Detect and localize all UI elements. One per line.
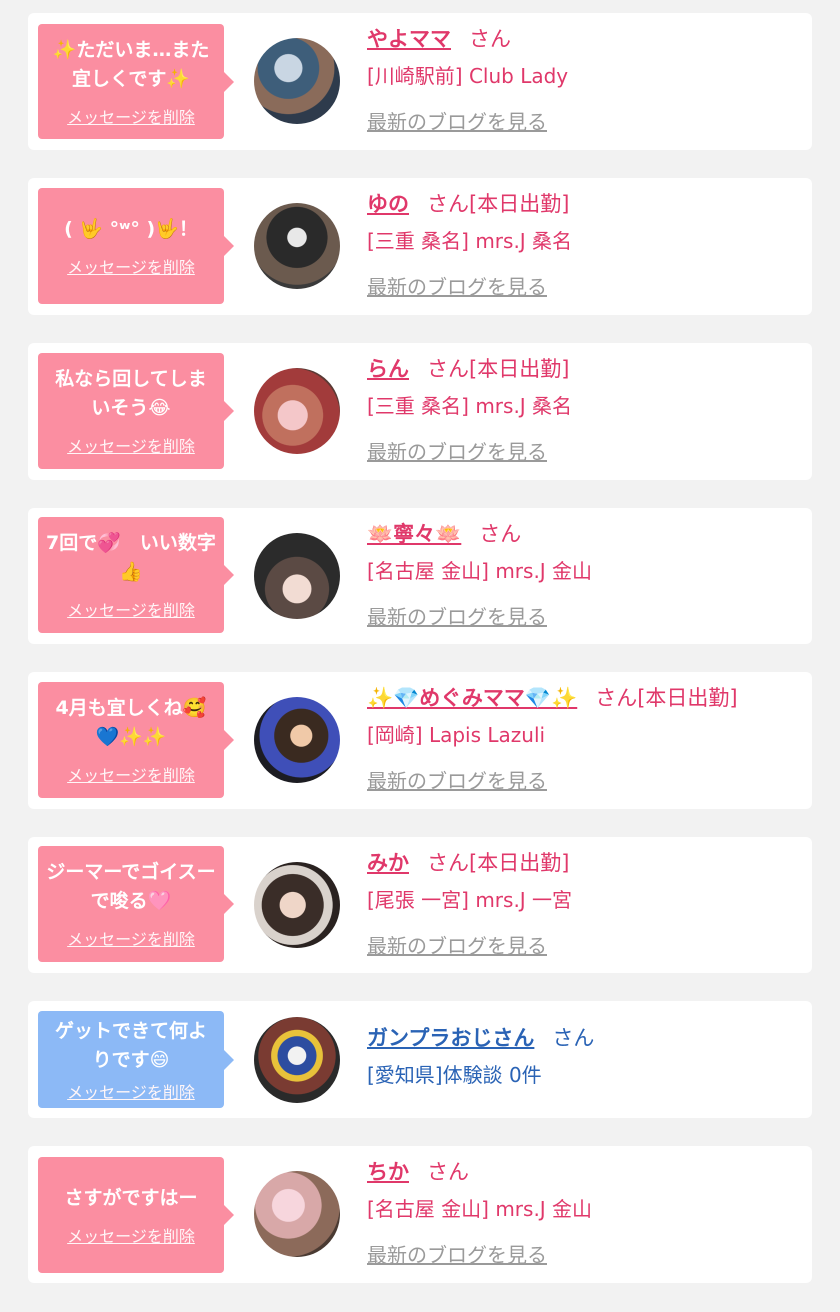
avatar[interactable] [254,38,340,124]
name-suffix: さん [427,1160,469,1184]
profile-info: ちか さん [名古屋 金山] mrs.J 金山 最新のブログを見る [367,1158,802,1269]
delete-message-link[interactable]: メッセージを削除 [67,254,195,278]
profile-name-link[interactable]: ちか [367,1160,409,1184]
message-text: 私なら回してしまいそう😂 [55,368,207,419]
message-list: ✨ただいま…また宜しくです✨ メッセージを削除 やよママ さん [川崎駅前] Cl… [0,0,840,1312]
list-item: ( 🤟 °ʷ° )🤟！ メッセージを削除 ゆの さん[本日出勤] [三重 桑名] … [28,178,812,315]
profile-info: ゆの さん[本日出勤] [三重 桑名] mrs.J 桑名 最新のブログを見る [367,190,802,301]
profile-name-link[interactable]: ✨💎めぐみママ💎✨ [367,686,577,710]
avatar[interactable] [254,1171,340,1257]
avatar[interactable] [254,533,340,619]
message-bubble: ジーマーでゴイスーで唆る🩷 メッセージを削除 [38,846,234,962]
delete-message-link[interactable]: メッセージを削除 [67,597,195,621]
avatar[interactable] [254,203,340,289]
message-text: ✨ただいま…また宜しくです✨ [52,38,210,90]
message-text: 7回で💞 いい数字👍 [46,532,216,583]
latest-blog-link[interactable]: 最新のブログを見る [367,603,547,631]
name-suffix: さん [479,522,522,546]
list-item: ゲットできて何よりです😄 メッセージを削除 ガンプラおじさん さん [愛知県]体験… [28,1001,812,1118]
review-count-label: [愛知県]体験談 0件 [367,1063,542,1087]
message-text: ジーマーでゴイスーで唆る🩷 [46,861,216,912]
name-suffix: さん [469,27,511,51]
name-suffix: さん[本日出勤] [427,192,570,216]
message-text: 4月も宜しくね🥰💙✨✨ [55,697,207,748]
profile-name-link[interactable]: ガンプラおじさん [367,1026,534,1050]
profile-info: らん さん[本日出勤] [三重 桑名] mrs.J 桑名 最新のブログを見る [367,355,802,466]
list-item: ✨ただいま…また宜しくです✨ メッセージを削除 やよママ さん [川崎駅前] Cl… [28,13,812,150]
shop-label: [名古屋 金山] mrs.J 金山 [367,1197,593,1221]
shop-label: [名古屋 金山] mrs.J 金山 [367,559,593,583]
profile-name-link[interactable]: やよママ [367,27,451,51]
list-item: 私なら回してしまいそう😂 メッセージを削除 らん さん[本日出勤] [三重 桑名]… [28,343,812,480]
list-item: ジーマーでゴイスーで唆る🩷 メッセージを削除 みか さん[本日出勤] [尾張 一宮… [28,837,812,973]
profile-info: ✨💎めぐみママ💎✨ さん[本日出勤] [岡崎] Lapis Lazuli 最新のブ… [367,684,802,795]
message-text: さすがですはー [64,1186,198,1209]
shop-label: [三重 桑名] mrs.J 桑名 [367,394,573,418]
shop-label: [尾張 一宮] mrs.J 一宮 [367,888,573,912]
latest-blog-link[interactable]: 最新のブログを見る [367,438,547,466]
avatar[interactable] [254,1017,340,1103]
latest-blog-link[interactable]: 最新のブログを見る [367,1241,547,1269]
profile-info: やよママ さん [川崎駅前] Club Lady 最新のブログを見る [367,25,802,136]
message-bubble: ✨ただいま…また宜しくです✨ メッセージを削除 [38,24,234,139]
message-bubble: ゲットできて何よりです😄 メッセージを削除 [38,1011,234,1108]
avatar[interactable] [254,368,340,454]
list-item: さすがですはー メッセージを削除 ちか さん [名古屋 金山] mrs.J 金山 … [28,1146,812,1283]
name-suffix: さん [552,1026,595,1050]
avatar[interactable] [254,697,340,783]
delete-message-link[interactable]: メッセージを削除 [67,104,195,128]
latest-blog-link[interactable]: 最新のブログを見る [367,932,547,960]
delete-message-link[interactable]: メッセージを削除 [67,1223,195,1247]
delete-message-link[interactable]: メッセージを削除 [67,1079,195,1103]
delete-message-link[interactable]: メッセージを削除 [67,926,195,950]
avatar[interactable] [254,862,340,948]
list-item: 4月も宜しくね🥰💙✨✨ メッセージを削除 ✨💎めぐみママ💎✨ さん[本日出勤] [… [28,672,812,809]
profile-info: 🪷寧々🪷 さん [名古屋 金山] mrs.J 金山 最新のブログを見る [367,520,802,631]
list-item: 7回で💞 いい数字👍 メッセージを削除 🪷寧々🪷 さん [名古屋 金山] mrs.… [28,508,812,644]
delete-message-link[interactable]: メッセージを削除 [67,433,195,457]
name-suffix: さん[本日出勤] [427,851,570,875]
profile-info: みか さん[本日出勤] [尾張 一宮] mrs.J 一宮 最新のブログを見る [367,849,802,960]
name-suffix: さん[本日出勤] [427,357,570,381]
name-suffix: さん[本日出勤] [595,686,738,710]
message-bubble: 4月も宜しくね🥰💙✨✨ メッセージを削除 [38,682,234,798]
profile-name-link[interactable]: らん [367,357,409,381]
shop-label: [川崎駅前] Club Lady [367,64,569,88]
message-bubble: ( 🤟 °ʷ° )🤟！ メッセージを削除 [38,188,234,304]
latest-blog-link[interactable]: 最新のブログを見る [367,767,547,795]
profile-name-link[interactable]: 🪷寧々🪷 [367,522,461,546]
message-bubble: さすがですはー メッセージを削除 [38,1157,234,1273]
delete-message-link[interactable]: メッセージを削除 [67,762,195,786]
profile-info: ガンプラおじさん さん [愛知県]体験談 0件 [367,1024,802,1089]
latest-blog-link[interactable]: 最新のブログを見る [367,273,547,301]
profile-name-link[interactable]: みか [367,851,409,875]
message-bubble: 7回で💞 いい数字👍 メッセージを削除 [38,517,234,633]
message-text: ( 🤟 °ʷ° )🤟！ [64,217,198,240]
message-text: ゲットできて何よりです😄 [54,1019,207,1071]
profile-name-link[interactable]: ゆの [367,192,409,216]
shop-label: [三重 桑名] mrs.J 桑名 [367,229,573,253]
message-bubble: 私なら回してしまいそう😂 メッセージを削除 [38,353,234,469]
shop-label: [岡崎] Lapis Lazuli [367,723,546,747]
latest-blog-link[interactable]: 最新のブログを見る [367,108,547,136]
